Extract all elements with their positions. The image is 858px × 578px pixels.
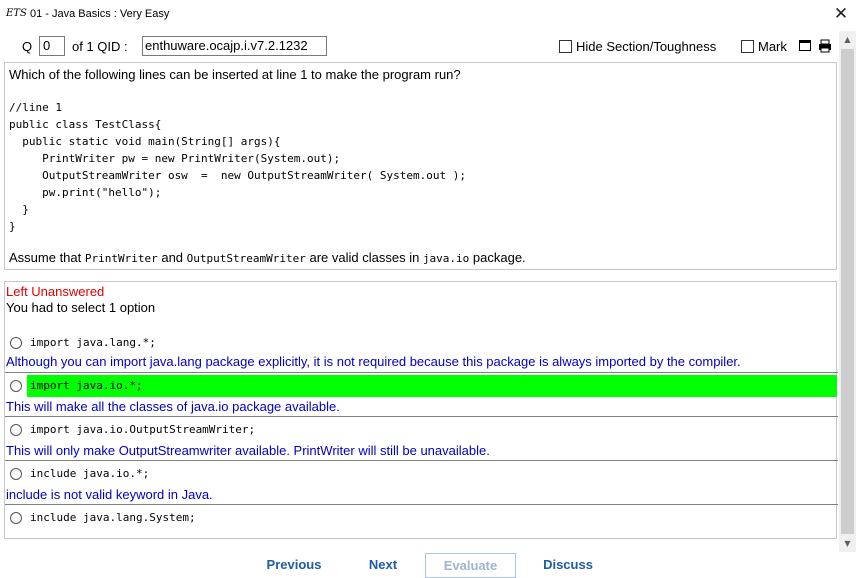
scroll-thumb[interactable] bbox=[841, 49, 854, 534]
evaluate-button[interactable]: Evaluate bbox=[425, 553, 516, 578]
window-title: 01 - Java Basics : Very Easy bbox=[30, 8, 170, 20]
question-toolbar: Q 0 of 1 QID : enthuware.ocajp.i.v7.2.12… bbox=[0, 34, 858, 58]
scroll-up-arrow-icon[interactable]: ▲ bbox=[839, 31, 856, 48]
option-row[interactable]: import java.io.*; bbox=[5, 375, 838, 397]
note-prefix: Assume that bbox=[9, 250, 85, 265]
next-button[interactable]: Next bbox=[360, 553, 406, 578]
option-radio[interactable] bbox=[10, 512, 22, 524]
option-radio[interactable] bbox=[10, 424, 22, 436]
option-text: import java.lang.*; bbox=[30, 336, 156, 349]
discuss-button[interactable]: Discuss bbox=[536, 553, 600, 578]
close-icon[interactable]: ✕ bbox=[832, 4, 850, 24]
window-icon[interactable] bbox=[799, 40, 811, 51]
vertical-scrollbar[interactable]: ▲ ▼ bbox=[839, 31, 856, 552]
answer-status: Left Unanswered bbox=[6, 284, 105, 299]
question-panel: Which of the following lines can be inse… bbox=[4, 62, 837, 270]
option-explanation: This will only make OutputStreamwriter a… bbox=[6, 443, 490, 458]
option-divider bbox=[5, 416, 838, 417]
option-row[interactable]: include java.io.*; bbox=[5, 463, 838, 485]
answer-panel: Left Unanswered You had to select 1 opti… bbox=[4, 281, 838, 539]
previous-button[interactable]: Previous bbox=[258, 553, 330, 578]
ets-app-icon: ETS bbox=[6, 8, 27, 19]
mark-label: Mark bbox=[758, 39, 787, 54]
option-radio[interactable] bbox=[10, 380, 22, 392]
qid-field[interactable]: enthuware.ocajp.i.v7.2.1232 bbox=[142, 36, 327, 56]
hide-section-checkbox[interactable] bbox=[559, 40, 572, 53]
code-snippet: //line 1 public class TestClass{ public … bbox=[9, 101, 466, 233]
option-divider bbox=[5, 460, 838, 461]
option-divider bbox=[5, 372, 838, 373]
correct-answer-highlight bbox=[27, 375, 837, 397]
option-radio[interactable] bbox=[10, 337, 22, 349]
note-suffix: package. bbox=[469, 250, 526, 265]
note-and: and bbox=[157, 250, 187, 265]
question-number-input[interactable]: 0 bbox=[39, 36, 65, 56]
option-text: import java.io.OutputStreamWriter; bbox=[30, 423, 256, 436]
option-text: include java.io.*; bbox=[30, 467, 150, 480]
hide-section-label: Hide Section/Toughness bbox=[576, 39, 717, 54]
print-icon[interactable] bbox=[818, 39, 832, 53]
mark-checkbox[interactable] bbox=[741, 40, 754, 53]
option-radio[interactable] bbox=[10, 468, 22, 480]
option-row[interactable]: import java.io.OutputStreamWriter; bbox=[5, 419, 838, 441]
note-class2: OutputStreamWriter bbox=[186, 252, 306, 265]
answer-instruction: You had to select 1 option bbox=[6, 300, 156, 315]
option-row[interactable]: include java.lang.System; bbox=[5, 507, 838, 529]
exam-window: ETS 01 - Java Basics : Very Easy ✕ Q 0 o… bbox=[0, 0, 858, 578]
option-row[interactable]: import java.lang.*; bbox=[5, 332, 838, 354]
title-bar: ETS 01 - Java Basics : Very Easy ✕ bbox=[0, 0, 858, 30]
note-mid: are valid classes in bbox=[305, 250, 423, 265]
question-note: Assume that PrintWriter and OutputStream… bbox=[9, 250, 526, 265]
option-text: include java.lang.System; bbox=[30, 511, 196, 524]
note-package: java.io bbox=[422, 252, 470, 265]
option-explanation: Although you can import java.lang packag… bbox=[6, 354, 741, 369]
option-explanation: This will make all the classes of java.i… bbox=[6, 399, 340, 414]
option-text: import java.io.*; bbox=[30, 379, 143, 392]
q-label: Q bbox=[22, 39, 33, 54]
question-text: Which of the following lines can be inse… bbox=[9, 67, 461, 82]
option-divider bbox=[5, 504, 838, 505]
option-explanation: include is not valid keyword in Java. bbox=[6, 487, 213, 502]
scroll-down-arrow-icon[interactable]: ▼ bbox=[839, 535, 856, 552]
note-class1: PrintWriter bbox=[84, 252, 158, 265]
of-total-qid-label: of 1 QID : bbox=[72, 39, 128, 54]
